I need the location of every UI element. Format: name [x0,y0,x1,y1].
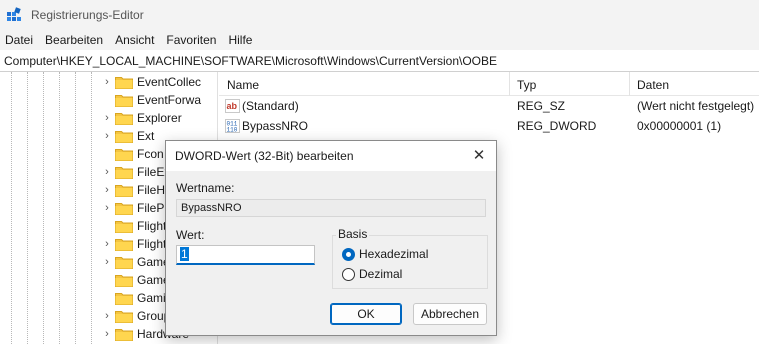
tree-guide-line [43,72,44,344]
radio-decimal-label[interactable]: Dezimal [359,267,402,281]
menu-bar: Datei Bearbeiten Ansicht Favoriten Hilfe [0,30,759,50]
folder-icon [115,274,133,287]
chevron-right-icon[interactable]: › [100,184,114,196]
folder-icon [115,238,133,251]
tree-item[interactable]: › Game [100,253,170,271]
list-header: Name Typ Daten [219,72,759,96]
ok-button[interactable]: OK [330,303,402,325]
value-type: REG_DWORD [517,119,597,133]
value-data: 0x00000001 (1) [637,119,722,133]
cancel-button[interactable]: Abbrechen [413,303,487,325]
radio-hexadecimal[interactable]: Hexadezimal [342,246,428,262]
tree-item[interactable]: Gamin [100,289,172,307]
folder-icon [115,256,133,269]
chevron-right-icon[interactable]: › [100,166,114,178]
string-value-icon: ab [225,99,240,113]
tree-item-label: EventForwa [137,93,202,107]
value-data: (Wert nicht festgelegt) [637,99,755,113]
radio-decimal[interactable]: Dezimal [342,266,402,282]
tree-item-label: Flight [137,237,167,251]
folder-icon [115,94,133,107]
tree-item[interactable]: › Ext [100,127,154,145]
chevron-right-icon[interactable]: › [100,112,114,124]
folder-icon [115,220,133,233]
menu-ansicht[interactable]: Ansicht [109,30,160,50]
chevron-right-icon[interactable]: › [100,256,114,268]
tree-item[interactable]: › Explorer [100,109,182,127]
close-icon[interactable]: ✕ [470,147,488,165]
folder-icon [115,148,133,161]
value-data-input[interactable]: 1 [176,245,315,265]
base-label: Basis [336,227,370,241]
folder-icon [115,184,133,197]
dword-edit-dialog: DWORD-Wert (32-Bit) bearbeiten ✕ Wertnam… [165,140,497,336]
radio-hexadecimal-label[interactable]: Hexadezimal [359,247,428,261]
menu-favoriten[interactable]: Favoriten [160,30,222,50]
tree-item-label: EventCollec [137,75,202,89]
radio-selected-icon[interactable] [342,247,355,261]
column-header-type[interactable]: Typ [509,72,629,96]
list-row[interactable]: 011 110 BypassNRO REG_DWORD 0x00000001 (… [219,116,759,136]
folder-icon [115,76,133,89]
value-name-label: Wertname: [176,181,235,195]
chevron-right-icon[interactable]: › [100,130,114,142]
dialog-title: DWORD-Wert (32-Bit) bearbeiten [175,149,354,163]
tree-item[interactable]: › Group [100,307,170,325]
chevron-right-icon[interactable]: › [100,238,114,250]
folder-icon [115,130,133,143]
tree-item[interactable]: Flight [100,217,166,235]
folder-icon [115,112,133,125]
registry-editor-icon [6,7,22,23]
window-title: Registrierungs-Editor [31,8,144,22]
svg-text:ab: ab [227,101,238,111]
dialog-title-bar[interactable]: DWORD-Wert (32-Bit) bearbeiten ✕ [166,141,496,171]
chevron-right-icon[interactable]: › [100,328,114,340]
folder-icon [115,202,133,215]
tree-item-label: Flight [137,219,167,233]
tree-guide-line [75,72,76,344]
tree-item[interactable]: › Flight [100,235,166,253]
folder-icon [115,292,133,305]
tree-item[interactable]: › FileHis [100,181,174,199]
column-header-data[interactable]: Daten [629,72,759,96]
tree-item[interactable]: › FilePic [100,199,173,217]
list-row[interactable]: ab (Standard) REG_SZ (Wert nicht festgel… [219,96,759,116]
folder-icon [115,166,133,179]
tree-guide-line [59,72,60,344]
menu-bearbeiten[interactable]: Bearbeiten [39,30,109,50]
tree-item-label: Explorer [137,111,182,125]
chevron-right-icon[interactable]: › [100,310,114,322]
folder-icon [115,310,133,323]
tree-guide-line [27,72,28,344]
menu-datei[interactable]: Datei [0,30,39,50]
tree-item[interactable]: EventForwa [100,91,201,109]
tree-guide-line [11,72,12,344]
tree-guide-line [91,72,92,344]
value-name: BypassNRO [242,119,309,133]
chevron-right-icon[interactable]: › [100,202,114,214]
binary-value-icon: 011 110 [225,119,240,134]
tree-item-label: Fcon [137,147,164,161]
menu-hilfe[interactable]: Hilfe [222,30,258,50]
radio-unselected-icon[interactable] [342,267,355,281]
folder-icon [115,328,133,341]
svg-text:110: 110 [227,127,238,134]
tree-item[interactable]: › EventCollec [100,73,201,91]
value-name-field: BypassNRO [176,199,486,217]
tree-item[interactable]: Fcon [100,145,164,163]
address-bar[interactable]: Computer\HKEY_LOCAL_MACHINE\SOFTWARE\Mic… [0,50,759,72]
title-bar: Registrierungs-Editor [0,0,759,30]
value-data-label: Wert: [176,228,205,242]
column-header-name[interactable]: Name [219,72,509,96]
value-type: REG_SZ [517,99,566,113]
value-name: (Standard) [242,99,299,113]
chevron-right-icon[interactable]: › [100,76,114,88]
tree-item[interactable]: Game [100,271,170,289]
value-data-selection: 1 [180,247,189,261]
tree-item-label: Ext [137,129,155,143]
